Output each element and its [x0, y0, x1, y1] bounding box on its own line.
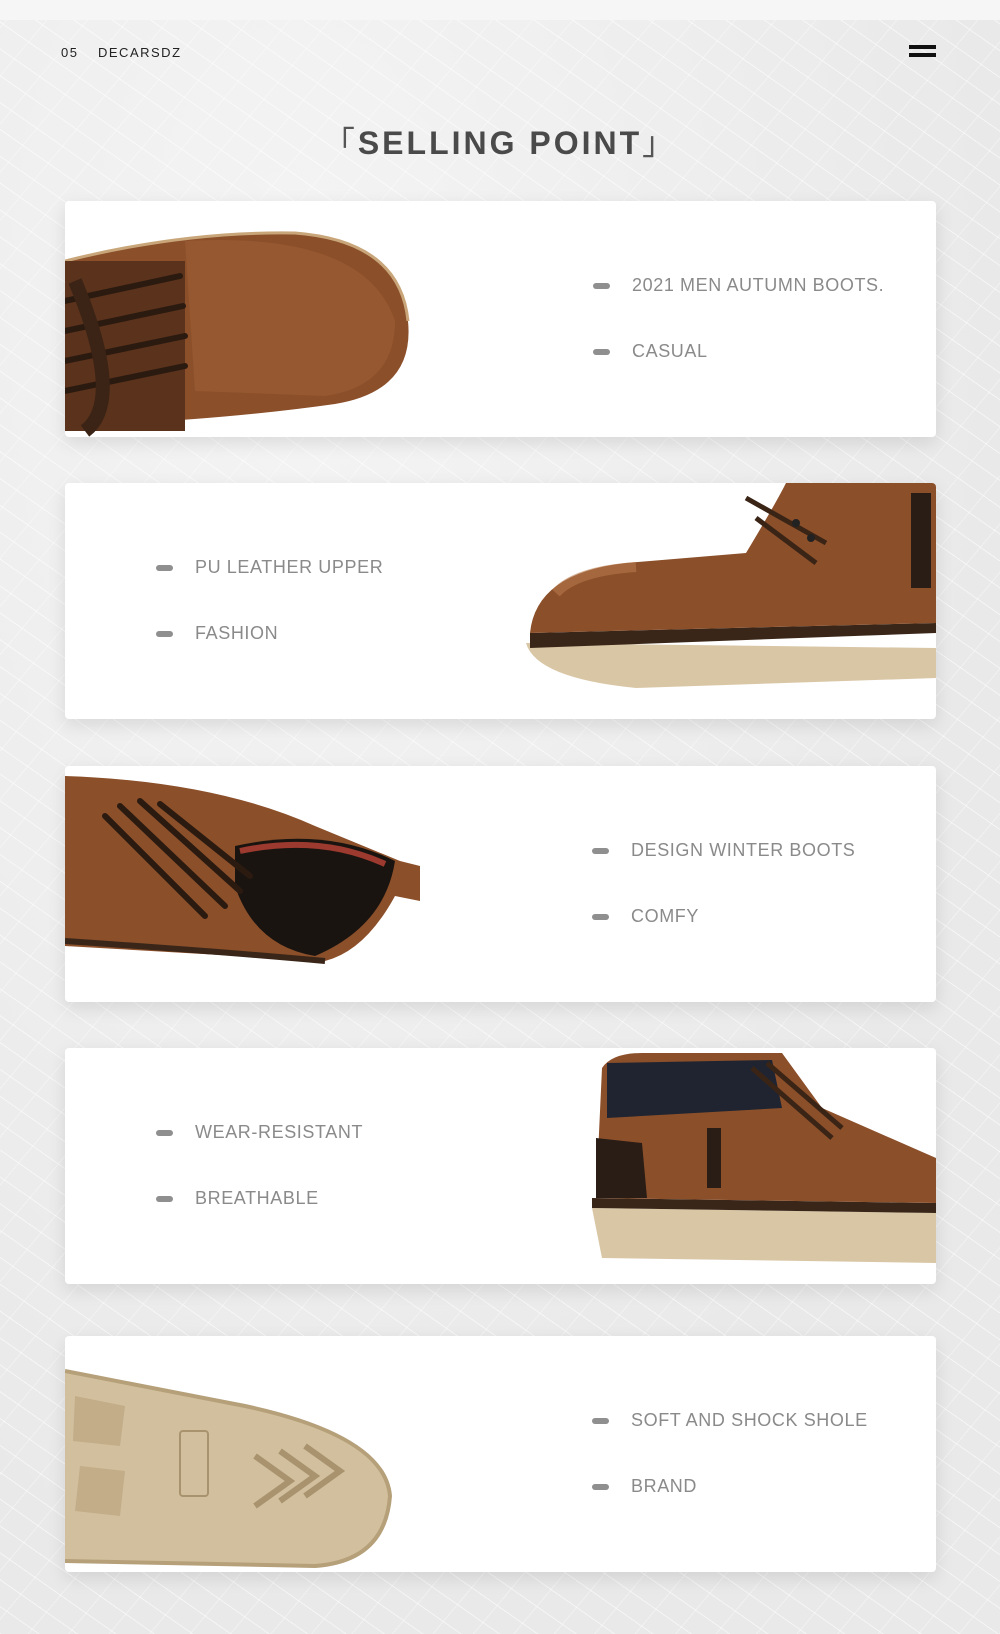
feature-text: SOFT AND SHOCK SHOLE [631, 1410, 868, 1430]
hamburger-menu-icon[interactable] [909, 44, 936, 59]
feature-text: PU LEATHER UPPER [195, 557, 384, 577]
feature-item: BRAND [592, 1476, 697, 1497]
feature-item: DESIGN WINTER BOOTS [592, 840, 855, 861]
bullet-dash-icon [592, 847, 609, 854]
bullet-dash-icon [156, 1129, 173, 1136]
brand-name: DECARSDZ [98, 45, 182, 60]
bullet-dash-icon [593, 348, 610, 355]
selling-point-card-4: WEAR-RESISTANT BREATHABLE [65, 1048, 936, 1284]
title-text: SELLING POINT [357, 125, 643, 161]
boot-toe-top-view-image [65, 231, 410, 437]
feature-text: WEAR-RESISTANT [195, 1122, 364, 1142]
selling-point-card-1: 2021 MEN AUTUMN BOOTS. CASUAL [65, 201, 936, 437]
feature-item: 2021 MEN AUTUMN BOOTS. [593, 275, 884, 296]
feature-text: DESIGN WINTER BOOTS [631, 840, 856, 860]
feature-text: FASHION [195, 623, 279, 643]
boot-outsole-view-image [65, 1369, 393, 1569]
feature-item: CASUAL [593, 341, 708, 362]
selling-point-card-2: PU LEATHER UPPER FASHION [65, 483, 936, 719]
top-strip [0, 0, 1000, 20]
feature-item: BREATHABLE [156, 1188, 319, 1209]
section-title: 「SELLING POINT」 [0, 118, 1000, 164]
feature-item: COMFY [592, 906, 699, 927]
feature-text: BREATHABLE [195, 1188, 319, 1208]
feature-item: SOFT AND SHOCK SHOLE [592, 1410, 868, 1431]
boot-side-view-image [526, 483, 936, 688]
bullet-dash-icon [156, 1195, 173, 1202]
feature-item: PU LEATHER UPPER [156, 557, 383, 578]
feature-item: FASHION [156, 623, 278, 644]
feature-text: BRAND [631, 1476, 698, 1496]
bullet-dash-icon [593, 282, 610, 289]
page-number: 05 [61, 45, 79, 60]
selling-point-card-3: DESIGN WINTER BOOTS COMFY [65, 766, 936, 1002]
bullet-dash-icon [156, 630, 173, 637]
bullet-dash-icon [592, 1483, 609, 1490]
selling-point-card-5: SOFT AND SHOCK SHOLE BRAND [65, 1336, 936, 1572]
boot-collar-lining-view-image [65, 776, 420, 964]
bullet-dash-icon [156, 564, 173, 571]
feature-text: CASUAL [632, 341, 708, 361]
title-right-bracket: 」 [642, 125, 678, 161]
feature-text: COMFY [631, 906, 699, 926]
feature-item: WEAR-RESISTANT [156, 1122, 363, 1143]
title-left-bracket: 「 [322, 125, 358, 161]
boot-heel-side-view-image [592, 1053, 936, 1263]
feature-text: 2021 MEN AUTUMN BOOTS. [632, 275, 885, 295]
bullet-dash-icon [592, 1417, 609, 1424]
bullet-dash-icon [592, 913, 609, 920]
